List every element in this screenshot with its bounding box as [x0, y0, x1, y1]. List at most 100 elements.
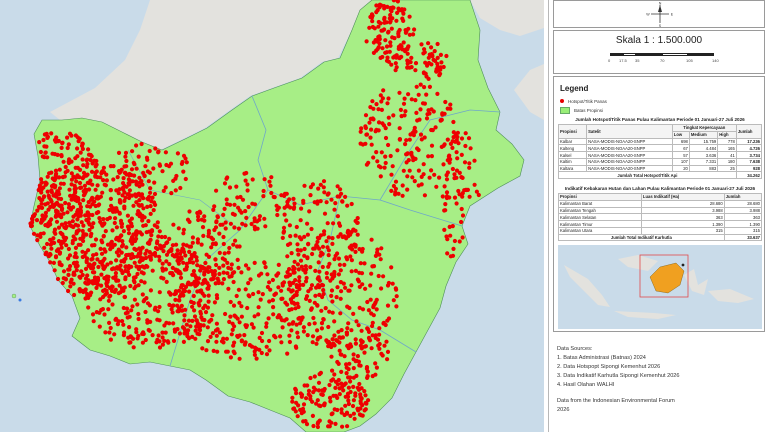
hotspot-map[interactable] [0, 0, 544, 432]
hotspot-point [222, 251, 227, 256]
hotspot-point [229, 332, 234, 337]
map-canvas[interactable] [0, 0, 544, 432]
source-item: 1. Batas Administrasi (Batnas) 2024 [557, 355, 646, 361]
hotspot-point [325, 245, 330, 250]
table-cell: NASA-MODIS-NOAA20-SNPP [586, 157, 673, 166]
hotspot-point [85, 161, 90, 167]
hotspot-point [221, 263, 226, 268]
hotspot-point [237, 320, 242, 325]
hotspot-point [136, 154, 141, 159]
hotspot-point [369, 237, 374, 242]
source-item: 4. Hasil Olahan WALHI [557, 382, 615, 388]
hotspot-point [282, 205, 287, 210]
hotspot-point [93, 173, 98, 178]
table-row: Kaltara NASA-MODIS-NOAA20-SNPP 20 883 25 928 [557, 164, 763, 173]
hotspot-point [310, 251, 315, 257]
hotspot-point [210, 277, 215, 282]
hotspot-point [132, 297, 137, 302]
hotspot-point [379, 286, 384, 291]
hotspot-point [459, 152, 464, 157]
hotspot-point [396, 191, 401, 196]
hotspot-point [84, 258, 89, 263]
hotspot-point [184, 160, 189, 165]
hotspot-point [386, 280, 391, 286]
hotspot-point [318, 335, 323, 340]
hotspot-point [285, 302, 290, 307]
hotspot-point [344, 255, 349, 260]
hotspot-point [355, 216, 360, 221]
hotspot-point [445, 251, 450, 256]
hotspot-point [82, 289, 88, 294]
hotspot-point [127, 188, 132, 193]
hotspot-point [36, 187, 41, 193]
hotspot-point [201, 233, 206, 238]
hotspot-point [156, 333, 161, 338]
hotspot-point [125, 224, 131, 229]
hotspot-point [148, 288, 153, 293]
hotspot-point [387, 16, 392, 21]
column-header: Jumlah [735, 124, 763, 139]
hotspot-point [416, 168, 421, 173]
hotspot-point [318, 403, 323, 409]
hotspot-point [155, 239, 160, 244]
hotspot-point [105, 277, 111, 283]
hotspot-point [190, 240, 195, 245]
table-row: Kalimantan Tengah 3.988 3.988 [558, 206, 763, 215]
hotspot-point [48, 242, 53, 247]
hotspot-point [447, 153, 452, 158]
hotspot-point [111, 164, 116, 169]
hotspot-point [388, 40, 393, 45]
hotspot-point [232, 313, 237, 318]
hotspot-point [93, 237, 99, 242]
hotspot-point [333, 393, 338, 398]
hotspot-point [292, 201, 297, 206]
hotspot-point [421, 162, 426, 167]
table-cell: 28.680 [640, 199, 725, 208]
hotspot-point [75, 146, 80, 151]
hotspot-point [393, 61, 398, 66]
hotspot-point [370, 99, 375, 104]
hotspot-point [382, 20, 387, 25]
hotspot-point [376, 45, 381, 50]
hotspot-point [117, 248, 122, 253]
hotspot-point [191, 293, 196, 299]
hotspot-point [49, 199, 54, 204]
hotspot-point [126, 266, 131, 271]
hotspot-point [91, 253, 96, 258]
hotspot-point [122, 204, 127, 209]
hotspot-point [126, 231, 132, 236]
table-cell: Kalbar [557, 137, 588, 146]
hotspot-point [122, 257, 127, 262]
hotspot-point [137, 193, 143, 198]
hotspot-point [221, 241, 226, 247]
hotspot-point [444, 53, 449, 59]
hotspot-point [57, 203, 62, 208]
hotspot-point [265, 284, 270, 290]
hotspot-point [398, 43, 403, 48]
hotspot-point [448, 106, 453, 111]
hotspot-point [383, 135, 389, 141]
hotspot-point [450, 145, 455, 150]
hotspot-point [112, 332, 117, 337]
hotspot-point [236, 287, 241, 292]
hotspot-point [282, 212, 287, 217]
hotspot-point [343, 381, 348, 386]
hotspot-point [73, 212, 78, 217]
hotspot-point [353, 228, 358, 233]
hotspot-point [67, 187, 72, 192]
hotspot-point [447, 224, 452, 229]
hotspot-point [152, 180, 157, 185]
hotspot-point [75, 173, 80, 178]
hotspot-point [52, 203, 57, 208]
hotspot-point [418, 107, 423, 112]
hotspot-point [124, 158, 129, 164]
hotspot-point [435, 55, 440, 61]
hotspot-point [110, 302, 115, 307]
hotspot-point [303, 279, 309, 284]
hotspot-point [61, 159, 66, 164]
hotspot-point [249, 221, 254, 227]
hotspot-point [221, 270, 226, 275]
hotspot-point [72, 260, 77, 265]
hotspot-point [185, 217, 191, 222]
hotspot-point [319, 308, 324, 313]
